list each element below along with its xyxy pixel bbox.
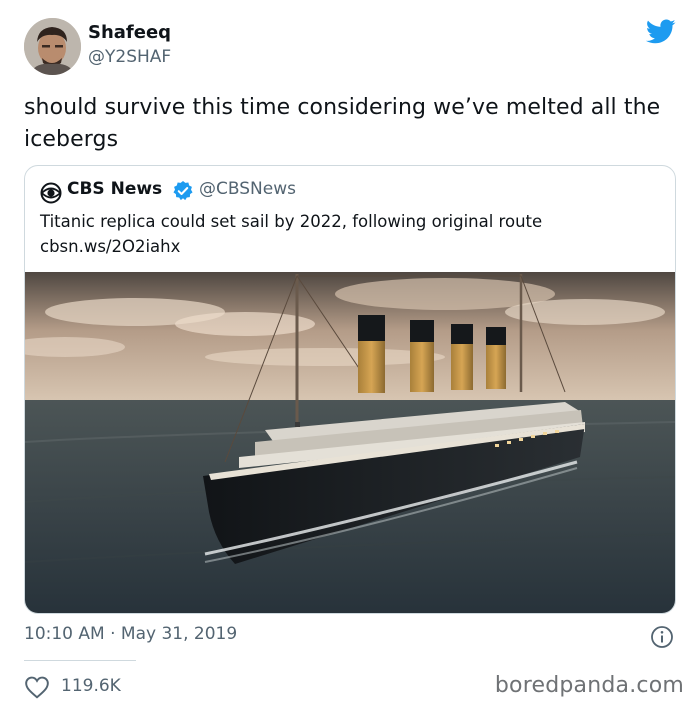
verified-badge-icon: [173, 181, 193, 201]
ship-photo[interactable]: [25, 272, 675, 613]
quoted-tweet[interactable]: CBS News @CBSNews Titanic replica could …: [24, 165, 676, 614]
cbs-eye-icon: [40, 182, 62, 204]
avatar[interactable]: [24, 18, 81, 75]
like-count[interactable]: 119.6K: [61, 676, 121, 696]
info-icon[interactable]: [650, 625, 674, 649]
quoted-author-handle[interactable]: @CBSNews: [199, 179, 296, 199]
quoted-text-line: Titanic replica could set sail by 2022, …: [40, 212, 543, 231]
author-name[interactable]: Shafeeq: [88, 22, 171, 43]
quoted-link[interactable]: cbsn.ws/2O2iahx: [40, 234, 660, 259]
watermark: boredpanda.com: [494, 673, 684, 698]
heart-icon[interactable]: [24, 675, 50, 699]
quoted-text: Titanic replica could set sail by 2022, …: [40, 209, 660, 259]
tweet-text: should survive this time considering we’…: [24, 95, 661, 152]
author-handle[interactable]: @Y2SHAF: [88, 47, 171, 67]
quoted-author-name[interactable]: CBS News: [67, 179, 162, 199]
twitter-bird-icon[interactable]: [646, 19, 676, 45]
divider: [24, 660, 136, 661]
tweet-timestamp[interactable]: 10:10 AM · May 31, 2019: [24, 624, 237, 644]
